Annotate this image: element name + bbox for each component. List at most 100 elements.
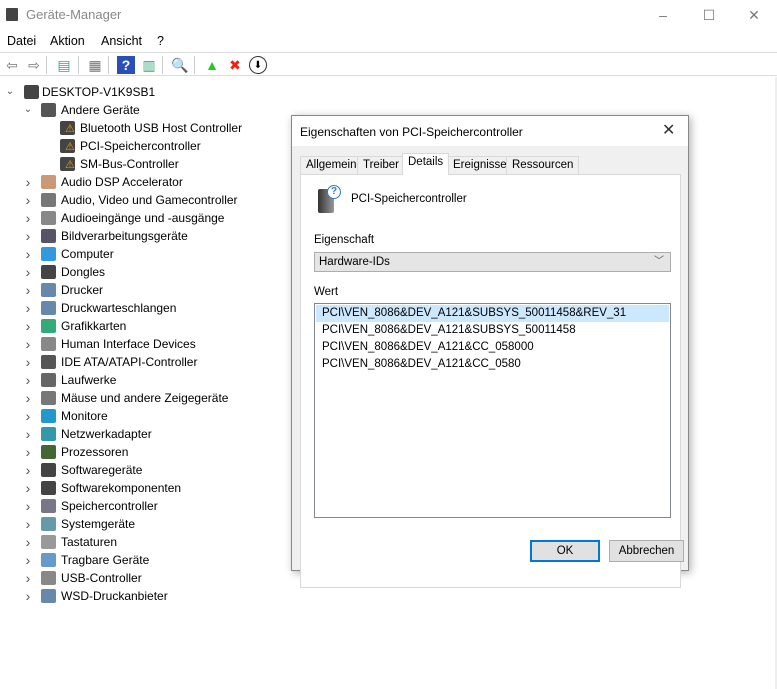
device-name: PCI-Speichercontroller [351, 193, 467, 205]
chevron-right-icon[interactable]: › [23, 497, 33, 515]
tree-item-label: Speichercontroller [61, 499, 158, 513]
tree-category[interactable]: › Netzwerkadapter [0, 425, 290, 443]
forward-icon[interactable]: ⇨ [25, 56, 43, 74]
chevron-right-icon[interactable]: › [23, 533, 33, 551]
chevron-right-icon[interactable]: › [23, 245, 33, 263]
chevron-down-icon[interactable]: ⌄ [5, 83, 15, 101]
tree-category[interactable]: › Drucker [0, 281, 290, 299]
device-category-icon [41, 301, 56, 315]
warning-icon: ⚠ [65, 141, 75, 153]
tree-category[interactable]: › Tragbare Geräte [0, 551, 290, 569]
tree-category[interactable]: › Laufwerke [0, 371, 290, 389]
tree-category[interactable]: › WSD-Druckanbieter [0, 587, 290, 605]
tree-category[interactable]: › Systemgeräte [0, 515, 290, 533]
uninstall-icon[interactable]: ✖ [226, 56, 244, 74]
ok-button[interactable]: OK [530, 540, 600, 562]
close-button[interactable]: ✕ [731, 0, 777, 30]
chevron-right-icon[interactable]: › [23, 569, 33, 587]
menu-datei[interactable]: Datei [7, 34, 36, 48]
chevron-right-icon[interactable]: › [23, 191, 33, 209]
chevron-right-icon[interactable]: › [23, 371, 33, 389]
properties-icon[interactable]: ▦ [86, 56, 104, 74]
chevron-right-icon[interactable]: › [23, 353, 33, 371]
value-list-item[interactable]: PCI\VEN_8086&DEV_A121&SUBSYS_50011458&RE… [316, 305, 669, 322]
chevron-right-icon[interactable]: › [23, 317, 33, 335]
tree-category[interactable]: › Speichercontroller [0, 497, 290, 515]
chevron-right-icon[interactable]: › [23, 299, 33, 317]
tab-details[interactable]: Details [402, 153, 450, 175]
menu-aktion[interactable]: Aktion [50, 34, 85, 48]
chevron-right-icon[interactable]: › [23, 407, 33, 425]
tree-category[interactable]: › Computer [0, 245, 290, 263]
tree-category[interactable]: › Grafikkarten [0, 317, 290, 335]
chevron-right-icon[interactable]: › [23, 281, 33, 299]
tree-category[interactable]: › Audioeingänge und -ausgänge [0, 209, 290, 227]
device-category-icon [41, 193, 56, 207]
chevron-right-icon[interactable]: › [23, 209, 33, 227]
value-list[interactable]: PCI\VEN_8086&DEV_A121&SUBSYS_50011458&RE… [314, 303, 671, 518]
chevron-right-icon[interactable]: › [23, 443, 33, 461]
chevron-right-icon[interactable]: › [23, 227, 33, 245]
back-icon[interactable]: ⇦ [3, 56, 21, 74]
value-list-item[interactable]: PCI\VEN_8086&DEV_A121&CC_058000 [316, 339, 669, 356]
tree-root[interactable]: ⌄ DESKTOP-V1K9SB1 [0, 83, 290, 101]
menu-help[interactable]: ? [157, 34, 164, 48]
tree-category-andere-geraete[interactable]: ⌄ Andere Geräte [0, 101, 290, 119]
tree-category[interactable]: › Dongles [0, 263, 290, 281]
tree-category[interactable]: › Monitore [0, 407, 290, 425]
chevron-right-icon[interactable]: › [23, 587, 33, 605]
tab-ereignisse[interactable]: Ereignisse [447, 156, 513, 174]
tree-category[interactable]: › Prozessoren [0, 443, 290, 461]
device-category-icon [41, 175, 56, 189]
tree-item-label: USB-Controller [61, 571, 142, 585]
device-manager-icon [6, 8, 18, 21]
tab-ressourcen[interactable]: Ressourcen [506, 156, 580, 174]
tab-allgemein[interactable]: Allgemein [300, 156, 363, 174]
tree-device[interactable]: ⚠ Bluetooth USB Host Controller [0, 119, 290, 137]
action-pane-icon[interactable]: ▥ [140, 56, 158, 74]
tree-category[interactable]: › Softwarekomponenten [0, 479, 290, 497]
value-list-item[interactable]: PCI\VEN_8086&DEV_A121&SUBSYS_50011458 [316, 322, 669, 339]
chevron-right-icon[interactable]: › [23, 551, 33, 569]
tab-treiber[interactable]: Treiber [357, 156, 405, 174]
menu-ansicht[interactable]: Ansicht [101, 34, 142, 48]
chevron-right-icon[interactable]: › [23, 461, 33, 479]
tree-category[interactable]: › Druckwarteschlangen [0, 299, 290, 317]
chevron-right-icon[interactable]: › [23, 173, 33, 191]
property-select[interactable]: Hardware-IDs ﹀ [314, 252, 671, 272]
tree-category[interactable]: › Human Interface Devices [0, 335, 290, 353]
update-driver-icon[interactable]: ▲ [203, 56, 221, 74]
dialog-close-button[interactable]: ✕ [662, 120, 675, 140]
chevron-right-icon[interactable]: › [23, 425, 33, 443]
tree-category[interactable]: › IDE ATA/ATAPI-Controller [0, 353, 290, 371]
show-hide-console-tree-icon[interactable]: ▤ [55, 56, 73, 74]
maximize-button[interactable]: ☐ [686, 0, 732, 30]
disable-device-icon[interactable]: ⬇ [249, 56, 267, 74]
value-list-item[interactable]: PCI\VEN_8086&DEV_A121&CC_0580 [316, 356, 669, 373]
tree-category[interactable]: › Tastaturen [0, 533, 290, 551]
tree-category[interactable]: › Softwaregeräte [0, 461, 290, 479]
chevron-right-icon[interactable]: › [23, 389, 33, 407]
device-category-icon [41, 409, 56, 423]
help-icon[interactable]: ? [117, 56, 135, 74]
device-category-icon [41, 337, 56, 351]
chevron-right-icon[interactable]: › [23, 335, 33, 353]
cancel-button[interactable]: Abbrechen [609, 540, 684, 562]
chevron-right-icon[interactable]: › [23, 479, 33, 497]
tree-category[interactable]: › Audio DSP Accelerator [0, 173, 290, 191]
chevron-right-icon[interactable]: › [23, 515, 33, 533]
tree-device[interactable]: ⚠ PCI-Speichercontroller [0, 137, 290, 155]
tree-category[interactable]: › Mäuse und andere Zeigegeräte [0, 389, 290, 407]
tree-device[interactable]: ⚠ SM-Bus-Controller [0, 155, 290, 173]
tree-item-label: Bildverarbeitungsgeräte [61, 229, 188, 243]
minimize-button[interactable]: – [640, 0, 686, 30]
chevron-down-icon[interactable]: ⌄ [23, 101, 33, 119]
chevron-right-icon[interactable]: › [23, 263, 33, 281]
tree-category[interactable]: › Bildverarbeitungsgeräte [0, 227, 290, 245]
scan-hardware-icon[interactable]: 🔍 [171, 56, 189, 74]
tree-category[interactable]: › Audio, Video und Gamecontroller [0, 191, 290, 209]
tree-category[interactable]: › USB-Controller [0, 569, 290, 587]
menu-bar: Datei Aktion Ansicht ? [0, 31, 777, 51]
device-category-icon [41, 535, 56, 549]
device-category-icon [41, 211, 56, 225]
